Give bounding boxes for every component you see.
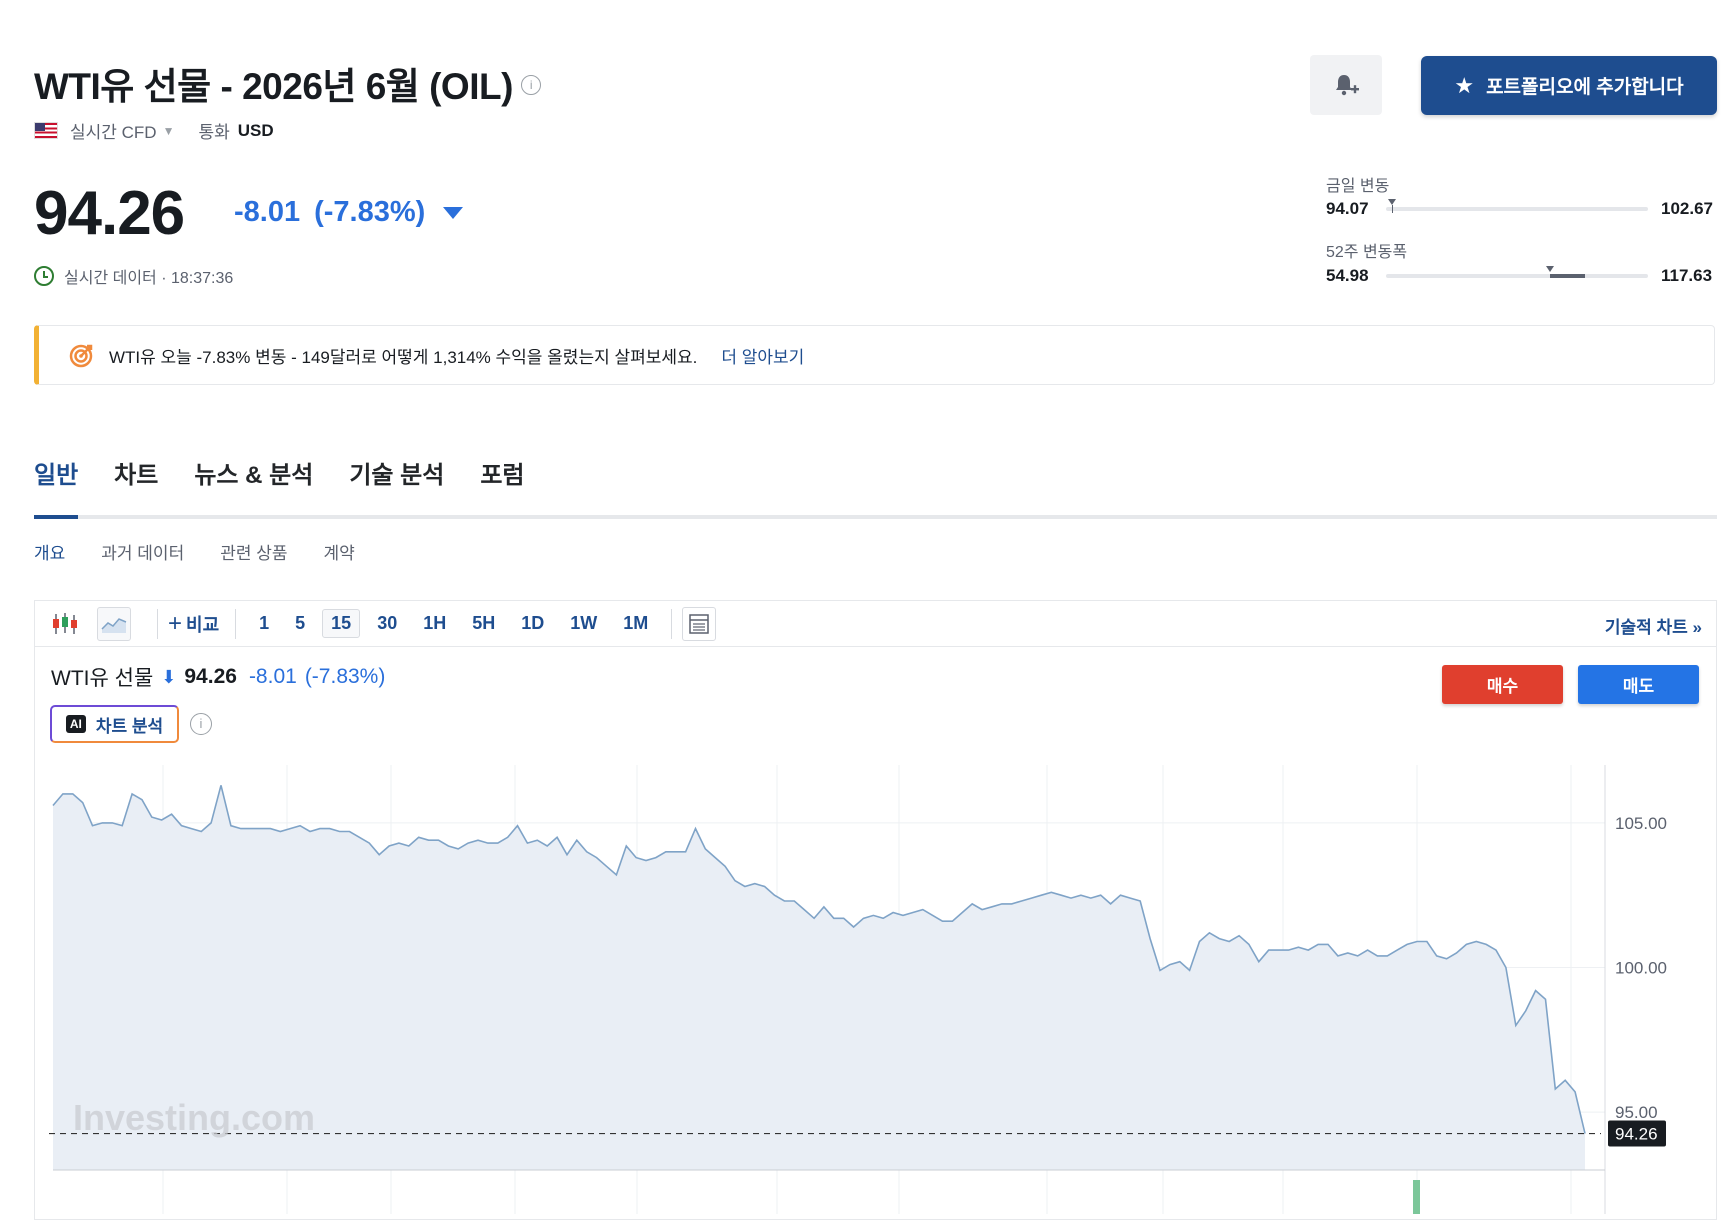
week52-range-low: 54.98: [1326, 266, 1369, 285]
subtab-related-products[interactable]: 관련 상품: [220, 539, 287, 564]
interval-1[interactable]: 1: [250, 609, 278, 638]
change-value: -8.01: [234, 196, 301, 228]
legend-change-percent: (-7.83%): [304, 665, 386, 688]
interval-1d[interactable]: 1D: [512, 609, 553, 638]
currency-label: 통화: [198, 123, 230, 142]
volume-bar: [1413, 1180, 1420, 1214]
sub-tabs: 개요 과거 데이터 관련 상품 계약: [34, 539, 355, 564]
candlestick-icon[interactable]: [49, 608, 81, 640]
market-type-label: 실시간 CFD: [70, 123, 157, 142]
learn-more-link[interactable]: 더 알아보기: [721, 343, 804, 368]
subtab-contracts[interactable]: 계약: [324, 539, 355, 564]
clock-icon: [34, 266, 54, 286]
down-arrow-icon: ⬇: [161, 666, 177, 687]
interval-1m[interactable]: 1M: [614, 609, 657, 638]
tab-technical-analysis[interactable]: 기술 분석: [349, 455, 444, 515]
legend-instrument-name: WTI유 선물: [51, 667, 154, 690]
day-range-marker-line: [1391, 205, 1393, 213]
star-icon: ★: [1454, 72, 1475, 98]
day-range-high: 102.67: [1661, 199, 1713, 218]
legend-price: 94.26: [184, 665, 237, 688]
y-axis-tick-label: 100.00: [1615, 959, 1667, 978]
chevron-down-icon: ▼: [162, 123, 175, 138]
interval-15[interactable]: 15: [322, 609, 361, 638]
area-chart-icon[interactable]: [97, 606, 131, 641]
technical-chart-link[interactable]: 기술적 차트 »: [1605, 613, 1702, 638]
change-percent: (-7.83%): [314, 196, 426, 228]
subtab-historical-data[interactable]: 과거 데이터: [101, 539, 184, 564]
week52-range-marker: [1546, 266, 1555, 272]
compare-label: 비교: [186, 614, 220, 635]
ai-chart-analysis-label: 차트 분석: [95, 716, 164, 736]
y-axis-tick-label: 95.00: [1615, 1103, 1658, 1122]
tab-forum[interactable]: 포럼: [480, 455, 524, 515]
add-to-portfolio-button[interactable]: ★ 포트폴리오에 추가합니다: [1421, 56, 1717, 115]
layout-icon[interactable]: [682, 606, 717, 641]
interval-1h[interactable]: 1H: [414, 609, 455, 638]
buy-button[interactable]: 매수: [1442, 665, 1563, 704]
promo-banner: WTI유 오늘 -7.83% 변동 - 149달러로 어떻게 1,314% 수익…: [34, 325, 1715, 385]
day-range-bar: [1386, 199, 1648, 213]
live-data-status: 실시간 데이터 · 18:37:36: [34, 264, 233, 288]
toolbar-divider: [671, 608, 673, 639]
price-chart[interactable]: 105.00 100.00 95.00 94.26 Investing.com: [35, 760, 1716, 1214]
interval-30[interactable]: 30: [368, 609, 406, 638]
live-data-label: 실시간 데이터 · 18:37:36: [64, 270, 234, 287]
info-icon[interactable]: i: [190, 713, 212, 735]
y-axis-tick-label: 105.00: [1615, 814, 1667, 833]
sell-button[interactable]: 매도: [1578, 665, 1699, 704]
toolbar-divider: [235, 608, 237, 639]
compare-button[interactable]: + 비교: [168, 610, 219, 638]
promo-banner-text: WTI유 오늘 -7.83% 변동 - 149달러로 어떻게 1,314% 수익…: [109, 347, 698, 367]
subtab-overview[interactable]: 개요: [34, 539, 65, 564]
instrument-meta: 실시간 CFD ▼ 통화 USD: [34, 118, 274, 143]
toolbar-divider: [157, 608, 158, 639]
add-alert-button[interactable]: [1310, 55, 1382, 115]
chart-legend: WTI유 선물 ⬇ 94.26 -8.01 (-7.83%): [51, 662, 385, 692]
info-icon[interactable]: i: [520, 75, 541, 96]
page-title-text: WTI유 선물 - 2026년 6월 (OIL): [34, 66, 513, 107]
current-price-label: 94.26: [1615, 1125, 1658, 1144]
interval-5[interactable]: 5: [286, 609, 314, 638]
week52-range-high: 117.63: [1661, 266, 1713, 285]
legend-change: -8.01: [248, 665, 297, 688]
page-title: WTI유 선물 - 2026년 6월 (OIL) i: [34, 56, 541, 110]
main-tabs: 일반 차트 뉴스 & 분석 기술 분석 포럼: [34, 455, 1717, 519]
last-price: 94.26: [34, 179, 185, 248]
currency-value: USD: [237, 120, 274, 140]
price-change: -8.01 (-7.83%): [234, 196, 464, 229]
interval-1w[interactable]: 1W: [561, 609, 606, 638]
target-icon: [69, 344, 93, 368]
interval-5h[interactable]: 5H: [463, 609, 504, 638]
tab-general[interactable]: 일반: [34, 455, 79, 519]
down-arrow-icon: [443, 206, 464, 219]
market-type-dropdown[interactable]: 실시간 CFD ▼: [70, 118, 174, 143]
week52-range-bar: [1386, 266, 1648, 278]
day-range-low: 94.07: [1326, 199, 1369, 218]
ai-badge: AI: [65, 715, 86, 733]
chart-toolbar: + 비교 1 5 15 30 1H 5H 1D 1W 1M 기술적 차트 »: [35, 601, 1716, 647]
week52-range-fill: [1550, 274, 1586, 278]
week52-range-label: 52주 변동폭: [1326, 244, 1408, 261]
tab-news-analysis[interactable]: 뉴스 & 분석: [194, 455, 313, 515]
tab-chart[interactable]: 차트: [114, 455, 158, 515]
add-to-portfolio-label: 포트폴리오에 추가합니다: [1486, 77, 1684, 98]
plus-icon: +: [168, 609, 183, 637]
bell-plus-icon: [1336, 75, 1359, 96]
investing-watermark: Investing.com: [73, 1097, 315, 1138]
us-flag-icon: [34, 122, 58, 139]
day-range-label: 금일 변동: [1326, 178, 1390, 195]
ai-chart-analysis-button[interactable]: AI 차트 분석: [50, 705, 179, 743]
